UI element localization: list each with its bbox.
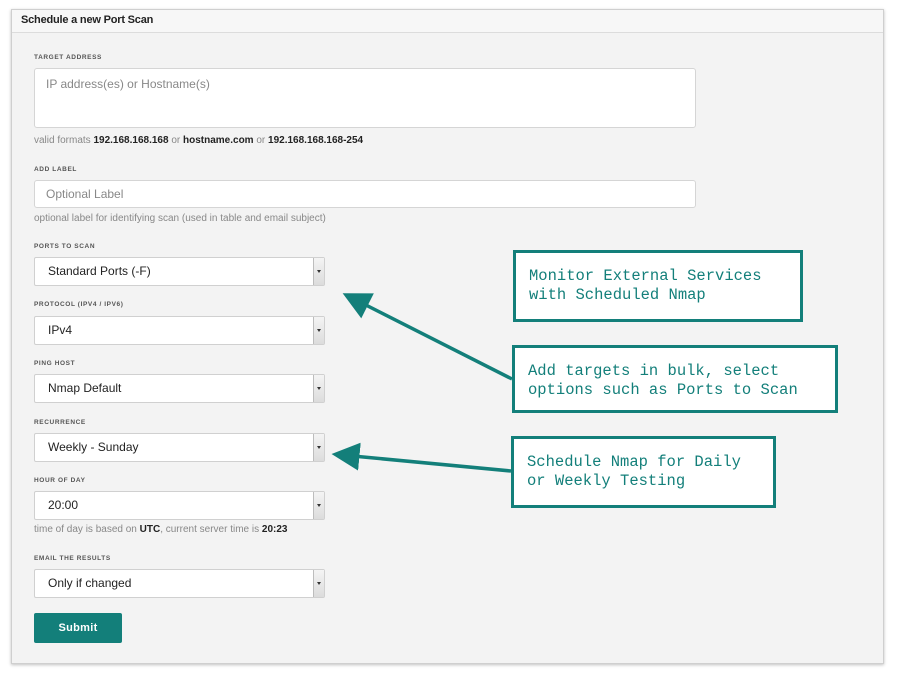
callout-schedule: Schedule Nmap for Daily or Weekly Testin… [511, 436, 776, 508]
arrow-to-recurrence [331, 442, 512, 473]
callout-bulk-targets: Add targets in bulk, select options such… [512, 345, 838, 413]
arrow-to-ports [342, 293, 513, 381]
callout-monitor-services: Monitor External Services with Scheduled… [513, 250, 803, 322]
